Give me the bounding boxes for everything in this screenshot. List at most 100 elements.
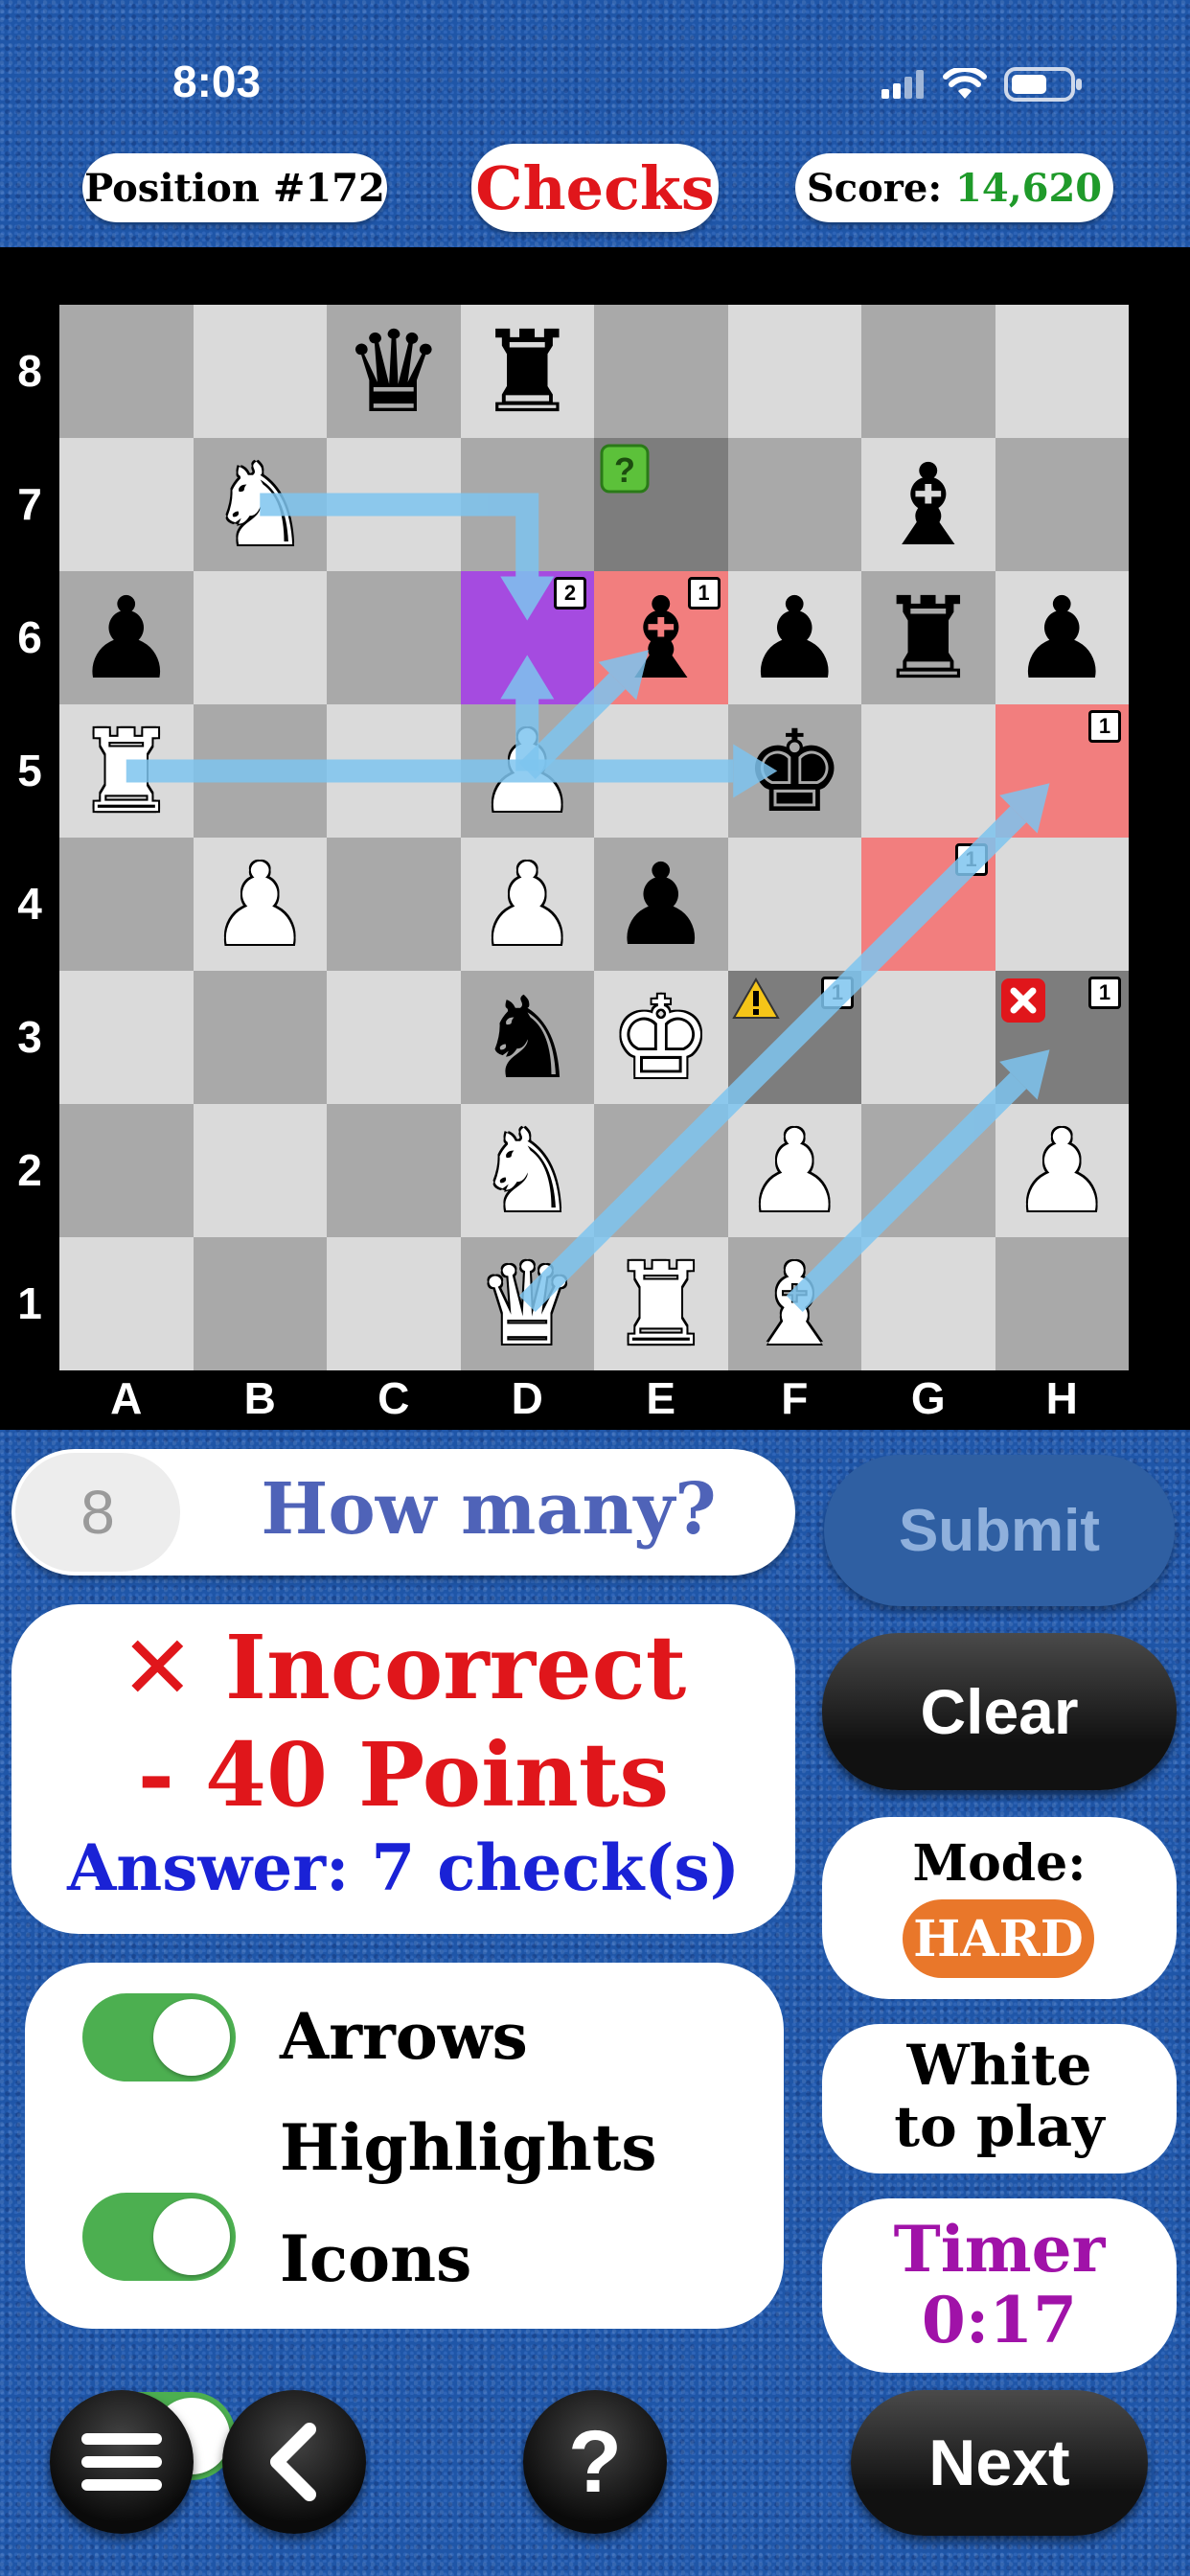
white-piece[interactable]: ♝ — [728, 1237, 862, 1370]
square-h4[interactable] — [995, 838, 1129, 971]
white-piece[interactable]: ♟ — [461, 704, 595, 838]
square-b1[interactable] — [193, 1237, 327, 1370]
square-f6[interactable]: ♟ — [727, 571, 862, 704]
square-e6[interactable]: ♝ 1 — [594, 571, 728, 704]
black-piece[interactable]: ♜ — [461, 305, 595, 438]
square-h8[interactable] — [995, 305, 1129, 438]
square-c8[interactable]: ♛ — [327, 305, 461, 438]
square-e3[interactable]: ♚ — [594, 971, 728, 1104]
square-c3[interactable] — [327, 971, 461, 1104]
status-icons — [881, 65, 1085, 104]
square-c4[interactable] — [327, 838, 461, 971]
square-c1[interactable] — [327, 1237, 461, 1370]
white-piece[interactable]: ♚ — [594, 971, 728, 1104]
square-e8[interactable] — [594, 305, 728, 438]
square-b3[interactable] — [193, 971, 327, 1104]
square-b5[interactable] — [193, 704, 327, 838]
square-d7[interactable] — [460, 438, 594, 571]
white-piece[interactable]: ♞ — [194, 438, 328, 571]
square-f7[interactable] — [727, 438, 861, 571]
square-h6[interactable]: ♟ — [995, 571, 1130, 704]
square-g1[interactable] — [861, 1237, 995, 1370]
square-a2[interactable] — [59, 1104, 194, 1237]
white-piece[interactable]: ♟ — [194, 838, 328, 971]
submit-button[interactable]: Submit — [824, 1455, 1175, 1606]
square-d4[interactable]: ♟ — [460, 838, 595, 971]
square-a7[interactable] — [59, 438, 194, 571]
menu-button[interactable] — [50, 2390, 194, 2534]
square-c7[interactable] — [327, 438, 461, 571]
black-piece[interactable]: ♟ — [995, 571, 1130, 704]
square-g8[interactable] — [861, 305, 995, 438]
square-f5[interactable]: ♚ — [727, 704, 862, 838]
chess-board[interactable]: ♛ ♜ ♞? ♝ ♟ 2 ♝ 1 ♟ ♜ ♟ ♜ ♟ ♚ 1 ♟ ♟ ♟ 1 ♞ ♚ 1 1 ♞ ♟ ♟ ♛ ♜ ♝ — [59, 305, 1129, 1370]
mode-value-button[interactable]: HARD — [903, 1899, 1094, 1978]
clear-button[interactable]: Clear — [822, 1633, 1177, 1790]
square-g3[interactable] — [861, 971, 995, 1104]
square-b6[interactable] — [193, 571, 327, 704]
square-a5[interactable]: ♜ — [59, 704, 194, 838]
square-g2[interactable] — [861, 1104, 995, 1237]
square-a6[interactable]: ♟ — [59, 571, 194, 704]
square-g7[interactable]: ♝ — [861, 438, 995, 571]
square-b7[interactable]: ♞ — [193, 438, 328, 571]
white-piece[interactable]: ♜ — [59, 704, 194, 838]
square-e5[interactable] — [594, 704, 728, 838]
square-g6[interactable]: ♜ — [861, 571, 995, 704]
black-piece[interactable]: ♟ — [59, 571, 194, 704]
white-piece[interactable]: ♟ — [728, 1104, 862, 1237]
answer-input[interactable]: 8 — [15, 1453, 180, 1572]
white-piece[interactable]: ♛ — [461, 1237, 595, 1370]
square-c2[interactable] — [327, 1104, 461, 1237]
square-d6[interactable]: 2 — [460, 571, 594, 704]
square-d8[interactable]: ♜ — [460, 305, 595, 438]
square-d1[interactable]: ♛ — [460, 1237, 595, 1370]
black-piece[interactable]: ♞ — [461, 971, 595, 1104]
square-h7[interactable] — [995, 438, 1129, 571]
white-piece[interactable]: ♟ — [461, 838, 595, 971]
square-g4[interactable]: 1 — [861, 838, 995, 971]
square-c5[interactable] — [327, 704, 461, 838]
square-g5[interactable] — [861, 704, 995, 838]
black-piece[interactable]: ♛ — [327, 305, 461, 438]
square-h1[interactable] — [995, 1237, 1129, 1370]
back-button[interactable] — [222, 2390, 366, 2534]
square-f3[interactable]: 1 — [727, 971, 861, 1104]
square-e2[interactable] — [594, 1104, 728, 1237]
white-piece[interactable]: ♟ — [995, 1104, 1130, 1237]
square-d2[interactable]: ♞ — [460, 1104, 595, 1237]
square-b8[interactable] — [193, 305, 327, 438]
white-piece[interactable]: ♜ — [594, 1237, 728, 1370]
black-piece[interactable]: ♟ — [728, 571, 862, 704]
square-f8[interactable] — [727, 305, 861, 438]
white-piece[interactable]: ♞ — [461, 1104, 595, 1237]
square-a3[interactable] — [59, 971, 194, 1104]
square-e7[interactable]: ? — [594, 438, 728, 571]
toggle-highlights[interactable] — [82, 2193, 236, 2281]
square-e1[interactable]: ♜ — [594, 1237, 728, 1370]
toggle-arrows[interactable] — [82, 1993, 236, 2082]
black-piece[interactable]: ♟ — [594, 838, 728, 971]
square-a1[interactable] — [59, 1237, 194, 1370]
square-f1[interactable]: ♝ — [727, 1237, 862, 1370]
black-piece[interactable]: ♚ — [728, 704, 862, 838]
square-f4[interactable] — [727, 838, 861, 971]
black-piece[interactable]: ♝ — [861, 438, 995, 571]
help-button[interactable]: ? — [523, 2390, 667, 2534]
next-button[interactable]: Next — [851, 2390, 1148, 2536]
black-piece[interactable]: ♜ — [861, 571, 995, 704]
square-a4[interactable] — [59, 838, 194, 971]
square-d5[interactable]: ♟ — [460, 704, 595, 838]
turn-line-2: to play — [894, 2094, 1105, 2159]
square-b2[interactable] — [193, 1104, 327, 1237]
square-c6[interactable] — [327, 571, 461, 704]
square-h3[interactable]: 1 — [995, 971, 1129, 1104]
square-b4[interactable]: ♟ — [193, 838, 328, 971]
square-e4[interactable]: ♟ — [594, 838, 728, 971]
square-f2[interactable]: ♟ — [727, 1104, 862, 1237]
square-a8[interactable] — [59, 305, 194, 438]
square-h5[interactable]: 1 — [995, 704, 1129, 838]
square-d3[interactable]: ♞ — [460, 971, 595, 1104]
mode-title: Checks — [471, 144, 719, 232]
square-h2[interactable]: ♟ — [995, 1104, 1130, 1237]
